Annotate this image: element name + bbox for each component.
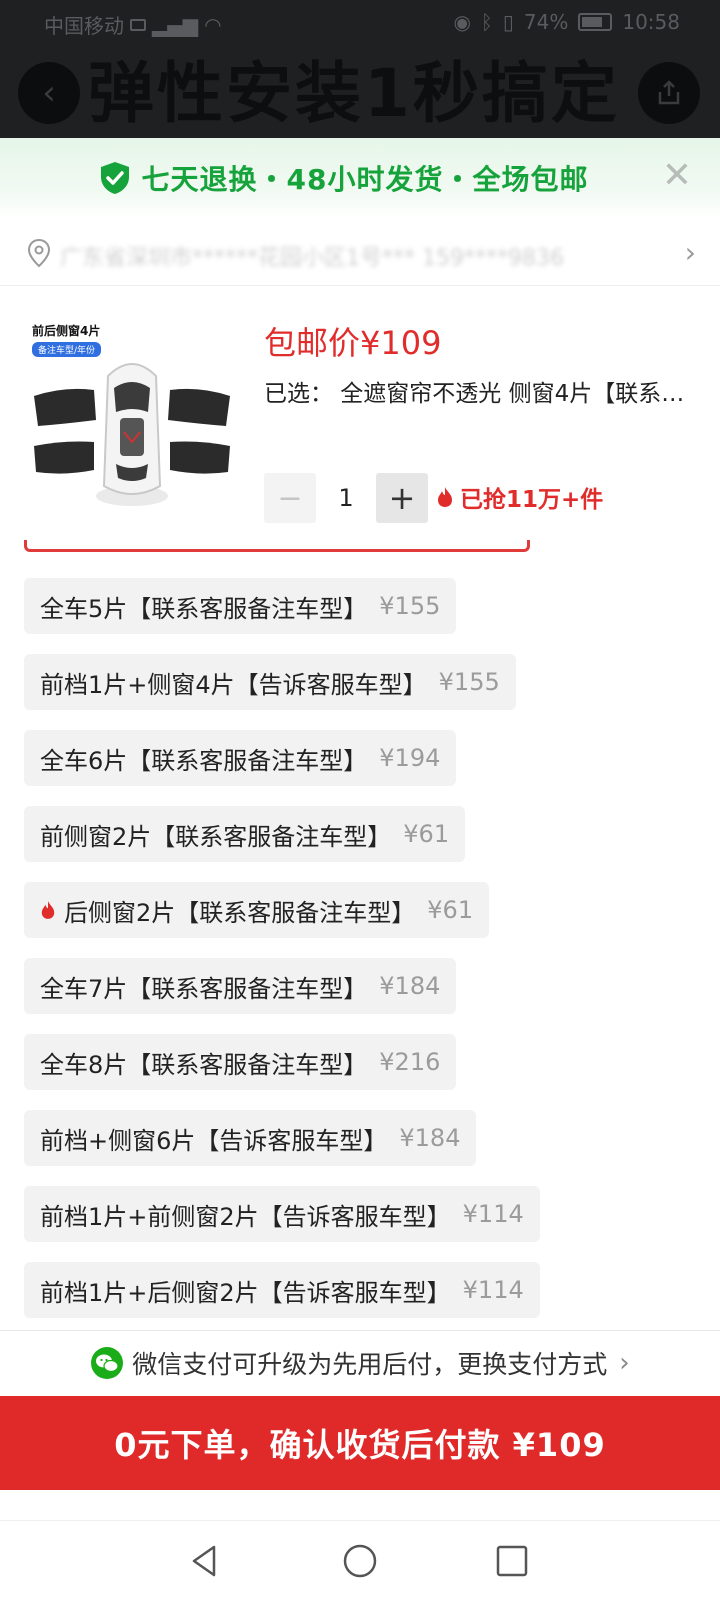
variant-option-price: ¥155 — [438, 668, 500, 696]
variant-option-price: ¥216 — [379, 1048, 441, 1076]
share-button[interactable] — [638, 62, 700, 124]
chevron-left-icon: ‹ — [42, 73, 56, 113]
wechat-pay-icon — [91, 1346, 124, 1379]
chevron-right-icon: › — [684, 236, 696, 269]
product-thumbnail[interactable]: 前后侧窗4片 备注车型/年份 — [24, 312, 240, 526]
decrease-button[interactable]: − — [264, 473, 316, 523]
variant-option[interactable]: 前档1片+侧窗4片【告诉客服车型】 ¥155 — [24, 654, 516, 710]
variant-option-price: ¥184 — [399, 1124, 461, 1152]
variant-option-price: ¥61 — [427, 896, 474, 924]
carrier-label: 中国移动 — [44, 14, 124, 38]
sold-count-text: 已抢11万+件 — [460, 487, 604, 513]
selected-variant: 已选： 全遮窗帘不透光 侧窗4片【联系客服备注车型】 — [264, 381, 704, 407]
vibrate-icon: ▯ — [502, 10, 514, 34]
thumbnail-title: 前后侧窗4片 — [32, 324, 101, 338]
sku-selection-sheet: 七天退换・48小时发货・全场包邮 ✕ 广东省深圳市******花园小区1号***… — [0, 138, 720, 1520]
payment-method-row[interactable]: 微信支付可升级为先用后付，更换支付方式 › — [0, 1330, 720, 1394]
variant-option-label: 前档1片+后侧窗2片【告诉客服车型】 — [40, 1278, 451, 1307]
variant-option-label: 全车8片【联系客服备注车型】 — [40, 1050, 368, 1079]
variant-option-price: ¥61 — [403, 820, 450, 848]
variant-option-price: ¥184 — [379, 972, 441, 1000]
variant-option-label: 后侧窗2片【联系客服备注车型】 — [64, 898, 416, 927]
variant-option-label: 前档1片+侧窗4片【告诉客服车型】 — [40, 670, 427, 699]
bluetooth-icon: ᛒ — [480, 10, 493, 34]
variant-option-label: 全车6片【联系客服备注车型】 — [40, 746, 368, 775]
close-icon[interactable]: ✕ — [662, 158, 692, 194]
variant-option[interactable]: 全车7片【联系客服备注车型】 ¥184 — [24, 958, 457, 1014]
car-sunshade-illustration — [34, 363, 230, 506]
variant-option-price: ¥155 — [379, 592, 441, 620]
variant-option[interactable]: 前档1片+前侧窗2片【告诉客服车型】 ¥114 — [24, 1186, 540, 1242]
variant-option-label: 前档+侧窗6片【告诉客服车型】 — [40, 1126, 388, 1155]
quantity-stepper: − 1 + — [264, 473, 428, 523]
payment-method-text: 微信支付可升级为先用后付，更换支付方式 — [132, 1349, 608, 1379]
shield-check-icon — [100, 162, 129, 194]
promo-text: 七天退换・48小时发货・全场包邮 — [141, 163, 589, 196]
delivery-address-row[interactable]: 广东省深圳市******花园小区1号*** 159****9836 › — [0, 220, 720, 286]
increase-button[interactable]: + — [376, 473, 428, 523]
battery-percent: 74% — [523, 10, 569, 34]
variant-option[interactable]: 全车6片【联系客服备注车型】 ¥194 — [24, 730, 457, 786]
dimmed-page-header: 中国移动 ▂▄▆ ◠ ◉ ᛒ ▯ 74% 10:58 弹性安装1秒搞定 ‹ — [0, 0, 720, 140]
variant-option[interactable]: 全车5片【联系客服备注车型】 ¥155 — [24, 578, 457, 634]
variant-option-price: ¥194 — [379, 744, 441, 772]
sold-count: 已抢11万+件 — [436, 480, 603, 514]
wifi-icon: ◠ — [204, 12, 222, 37]
share-icon — [658, 80, 680, 105]
variant-option-label: 全车7片【联系客服备注车型】 — [40, 974, 368, 1003]
nav-home-icon[interactable] — [340, 1541, 380, 1581]
fire-icon — [40, 900, 56, 920]
checkout-button[interactable]: 0元下单，确认收货后付款 ¥109 — [0, 1396, 720, 1490]
variant-option[interactable]: 全车8片【联系客服备注车型】 ¥216 — [24, 1034, 457, 1090]
variant-option-price: ¥114 — [462, 1276, 524, 1304]
promo-banner-title: 弹性安装1秒搞定 — [88, 55, 620, 132]
quantity-value[interactable]: 1 — [316, 484, 376, 512]
service-promo-bar: 七天退换・48小时发货・全场包邮 ✕ — [0, 138, 720, 218]
system-navigation-bar — [0, 1520, 720, 1600]
hd-icon — [130, 18, 146, 31]
variant-option-label: 全车5片【联系客服备注车型】 — [40, 594, 368, 623]
eye-icon: ◉ — [453, 10, 471, 34]
battery-icon — [578, 13, 613, 31]
selected-option-outline — [24, 540, 530, 552]
product-summary: 前后侧窗4片 备注车型/年份 包邮价¥109 已选： 全遮窗帘不透光 侧窗4片【… — [0, 288, 720, 548]
location-pin-icon — [27, 238, 51, 268]
nav-back-icon[interactable] — [186, 1541, 226, 1581]
signal-icon: ▂▄▆ — [152, 12, 199, 37]
variant-option[interactable]: 前侧窗2片【联系客服备注车型】 ¥61 — [24, 806, 466, 862]
variant-option-label: 前侧窗2片【联系客服备注车型】 — [40, 822, 392, 851]
variant-option-price: ¥114 — [462, 1200, 524, 1228]
variant-option[interactable]: 前档+侧窗6片【告诉客服车型】 ¥184 — [24, 1110, 477, 1166]
nav-recent-apps-icon[interactable] — [492, 1541, 532, 1581]
back-button[interactable]: ‹ — [18, 62, 80, 124]
address-text: 广东省深圳市******花园小区1号*** 159****9836 — [60, 246, 564, 268]
product-price: 包邮价¥109 — [264, 324, 442, 362]
fire-icon — [438, 487, 452, 507]
variant-option-label: 前档1片+前侧窗2片【告诉客服车型】 — [40, 1202, 451, 1231]
clock: 10:58 — [622, 10, 680, 34]
variant-option-hot[interactable]: 后侧窗2片【联系客服备注车型】 ¥61 — [24, 882, 490, 938]
chevron-right-icon: › — [619, 1347, 630, 1378]
variant-option[interactable]: 前档1片+后侧窗2片【告诉客服车型】 ¥114 — [24, 1262, 540, 1318]
